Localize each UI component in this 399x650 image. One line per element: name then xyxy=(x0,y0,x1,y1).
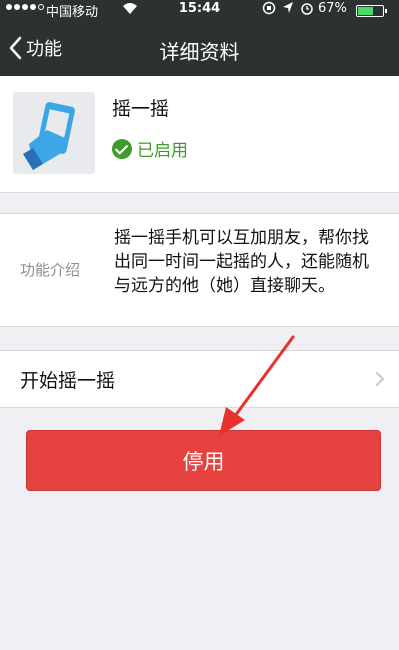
feature-description-card: 功能介绍 摇一摇手机可以互加朋友，帮你找出同一时间一起摇的人，还能随机与远方的他… xyxy=(0,213,399,327)
check-circle-icon xyxy=(112,138,132,159)
shake-phone-icon xyxy=(13,92,95,174)
status-badge: 已启用 xyxy=(112,136,188,161)
battery-percentage: 67% xyxy=(318,1,347,16)
disable-button[interactable]: 停用 xyxy=(26,430,381,491)
start-shake-label: 开始摇一摇 xyxy=(20,370,116,392)
feature-name: 摇一摇 xyxy=(112,98,170,120)
status-text: 已启用 xyxy=(137,141,188,161)
description-label: 功能介绍 xyxy=(20,261,81,279)
status-bar: 中国移动 15:44 67% xyxy=(0,0,399,20)
rotation-lock-icon xyxy=(262,1,276,18)
page-title: 详细资料 xyxy=(159,40,240,64)
battery-icon xyxy=(356,5,387,17)
alarm-icon xyxy=(300,1,314,18)
start-shake-row[interactable]: 开始摇一摇 xyxy=(0,350,399,408)
description-text: 摇一摇手机可以互加朋友，帮你找出同一时间一起摇的人，还能随机与远方的他（她）直接… xyxy=(114,228,369,296)
background-area xyxy=(0,520,399,650)
chevron-right-icon xyxy=(376,372,384,386)
feature-header-card: 摇一摇 已启用 xyxy=(0,76,399,193)
navigation-bar: 功能 详细资料 xyxy=(0,20,399,76)
location-icon xyxy=(282,1,294,18)
